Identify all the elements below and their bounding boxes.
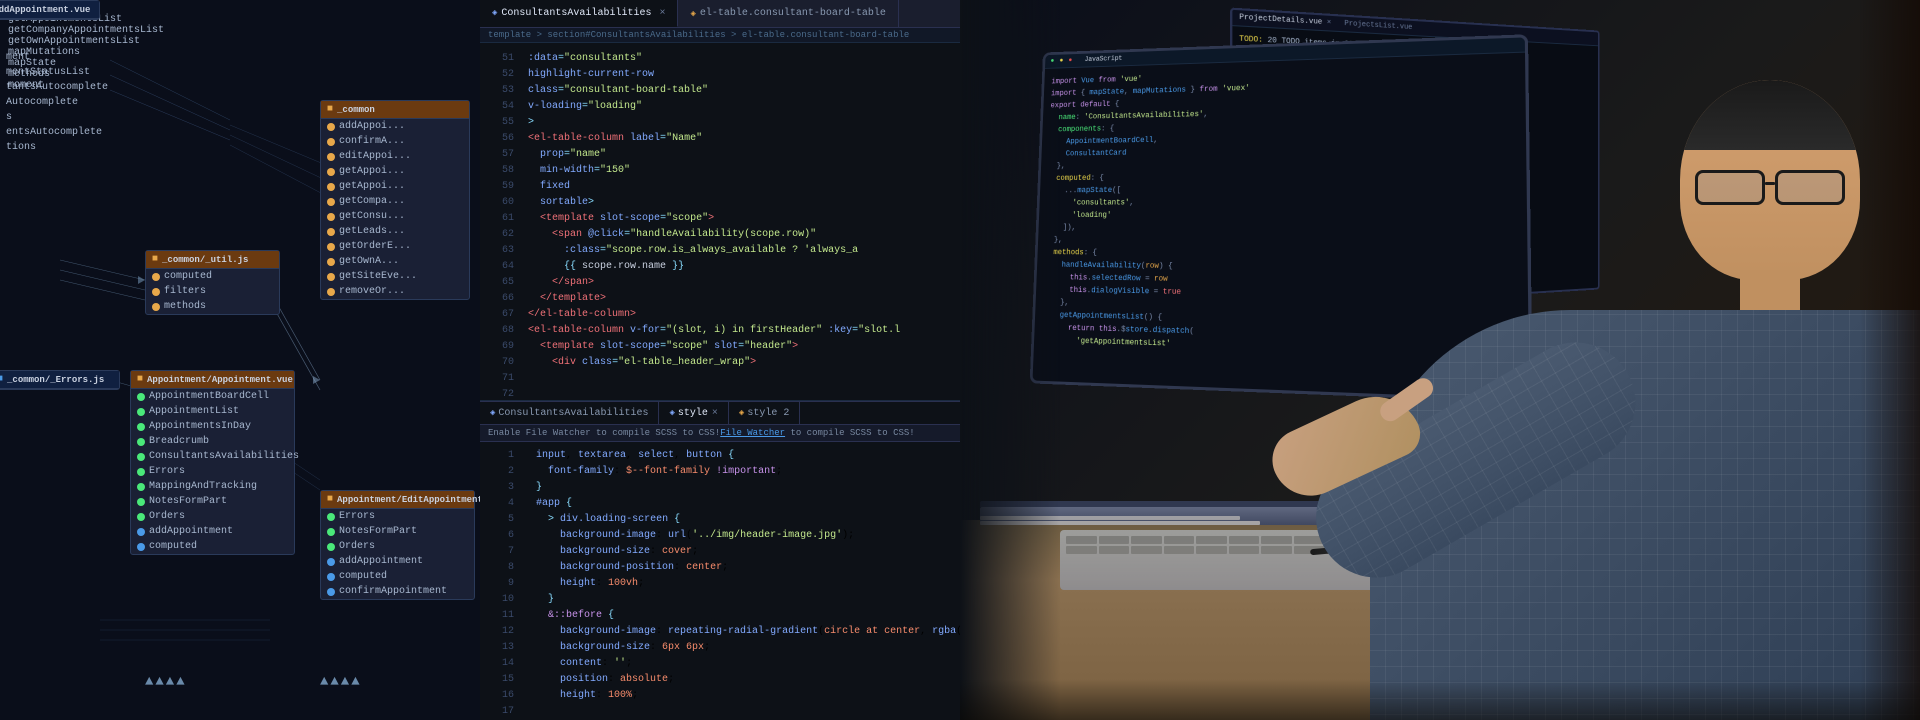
node-item: computed — [131, 539, 294, 554]
bottom-tabs: ◈ ConsultantsAvailabilities ◈ style × ◈ … — [480, 401, 960, 425]
node-item: Errors — [131, 464, 294, 479]
common-errors-node: ■ _common/_Errors.js — [0, 370, 120, 390]
node-header: ■ _common/_util.js — [146, 251, 279, 269]
css-lines: input, textarea, select, button { font-f… — [520, 448, 960, 720]
node-item: tantsAutocomplete — [0, 80, 114, 95]
node-item: getAppoi... — [321, 164, 469, 179]
edit-appointment-node: ■ Appointment/EditAppointment.vue Errors… — [320, 490, 475, 600]
node-item: tions — [0, 140, 114, 155]
node-item: NotesFormPart — [131, 494, 294, 509]
common-util-node: ■ _common/_util.js computed filters meth… — [145, 250, 280, 315]
node-item: AppointmentBoardCell — [131, 389, 294, 404]
editor-tabs: ◈ ConsultantsAvailabilities × ◈ el-table… — [480, 0, 960, 28]
node-header: ■ _common/_Errors.js — [0, 371, 119, 389]
node-item: addAppointment — [321, 554, 474, 569]
node-header: ■ Appointment/EditAppointment.vue — [321, 491, 474, 509]
node-item: ment — [0, 50, 114, 65]
file-watcher-link[interactable]: File Watcher — [720, 428, 785, 438]
left-items: ment mentStatusList tantsAutocomplete Au… — [0, 50, 114, 155]
node-item: filters — [146, 284, 279, 299]
tab-el-table[interactable]: ◈ el-table.consultant-board-table — [678, 0, 898, 27]
css-editor-section: ◈ ConsultantsAvailabilities ◈ style × ◈ … — [480, 400, 960, 720]
node-item: entsAutocomplete — [0, 125, 114, 140]
bottom-fade — [960, 680, 1920, 720]
node-item: getLeads... — [321, 224, 469, 239]
node-item: getOwnAppointmentsList — [8, 36, 164, 47]
glasses-bridge — [1765, 182, 1775, 185]
arrows-indicator-2: ▲▲▲▲ — [320, 674, 362, 690]
node-item: addAppointment — [131, 524, 294, 539]
appointment-node: ■ Appointment/Appointment.vue Appointmen… — [130, 370, 295, 555]
person-silhouette — [1370, 80, 1920, 720]
tab-consultants-availabilities[interactable]: ◈ ConsultantsAvailabilities × — [480, 0, 678, 27]
node-item: Orders — [321, 539, 474, 554]
node-item: getConsu... — [321, 209, 469, 224]
right-fade — [1860, 0, 1920, 720]
node-item: AppointmentList — [131, 404, 294, 419]
glasses-right — [1775, 170, 1845, 205]
node-item: AppointmentsInDay — [131, 419, 294, 434]
person-hair — [1680, 80, 1860, 150]
node-item: mentStatusList — [0, 65, 114, 80]
css-line-numbers: 123456789101112131415161718 — [480, 448, 520, 720]
file-watcher-bar: Enable File Watcher to compile SCSS to C… — [480, 425, 960, 442]
person-glasses — [1690, 160, 1850, 210]
tab-style[interactable]: ◈ style × — [659, 402, 728, 424]
node-item: confirmAppointment — [321, 584, 474, 599]
node-item: ConsultantsAvailabilities — [131, 449, 294, 464]
node-item: getCompanyAppointmentsList — [8, 25, 164, 36]
node-item: Orders — [131, 509, 294, 524]
css-code-area: 123456789101112131415161718 input, texta… — [480, 442, 960, 720]
node-item: s — [0, 110, 114, 125]
glasses-left — [1695, 170, 1765, 205]
node-item: confirmA... — [321, 134, 469, 149]
code-editor-panel: ◈ ConsultantsAvailabilities × ◈ el-table… — [480, 0, 960, 720]
node-item: MappingAndTracking — [131, 479, 294, 494]
left-fade — [960, 0, 1060, 720]
dependency-graph-panel: getAppointmentsList getCompanyAppointmen… — [0, 0, 480, 720]
breadcrumb-path: template > section#ConsultantsAvailabili… — [480, 28, 960, 43]
node-item: removeOr... — [321, 284, 469, 299]
common-node: ■ _common addAppoi... confirmA... editAp… — [320, 100, 470, 300]
node-item: Breadcrumb — [131, 434, 294, 449]
tab-consultants-bottom[interactable]: ◈ ConsultantsAvailabilities — [480, 402, 659, 424]
node-item: addAppoi... — [321, 119, 469, 134]
node-item: NotesFormPart — [321, 524, 474, 539]
node-item: getOwnA... — [321, 254, 469, 269]
node-item: Autocomplete — [0, 95, 114, 110]
developer-photo-panel: ProjectDetails.vue × ProjectsList.vue TO… — [960, 0, 1920, 720]
node-item: methods — [146, 299, 279, 314]
person-head — [1680, 80, 1860, 280]
node-item: computed — [321, 569, 474, 584]
arrows-indicator: ▲▲▲▲ — [145, 674, 187, 690]
node-header: ■ _common — [321, 101, 469, 119]
node-item: getSiteEve... — [321, 269, 469, 284]
node-item: editAppoi... — [321, 149, 469, 164]
node-header: ■ Appointment/Appointment.vue — [131, 371, 294, 389]
node-item: Errors — [321, 509, 474, 524]
node-item: computed — [146, 269, 279, 284]
tab-style2[interactable]: ◈ style 2 — [729, 402, 800, 424]
node-item: getAppoi... — [321, 179, 469, 194]
add-appointment-node: ■ nt/AddAppointment.vue — [0, 0, 100, 20]
node-item: getOrderE... — [321, 239, 469, 254]
person-body — [1370, 310, 1920, 720]
node-item: getCompa... — [321, 194, 469, 209]
node-header: ■ nt/AddAppointment.vue — [0, 1, 99, 19]
